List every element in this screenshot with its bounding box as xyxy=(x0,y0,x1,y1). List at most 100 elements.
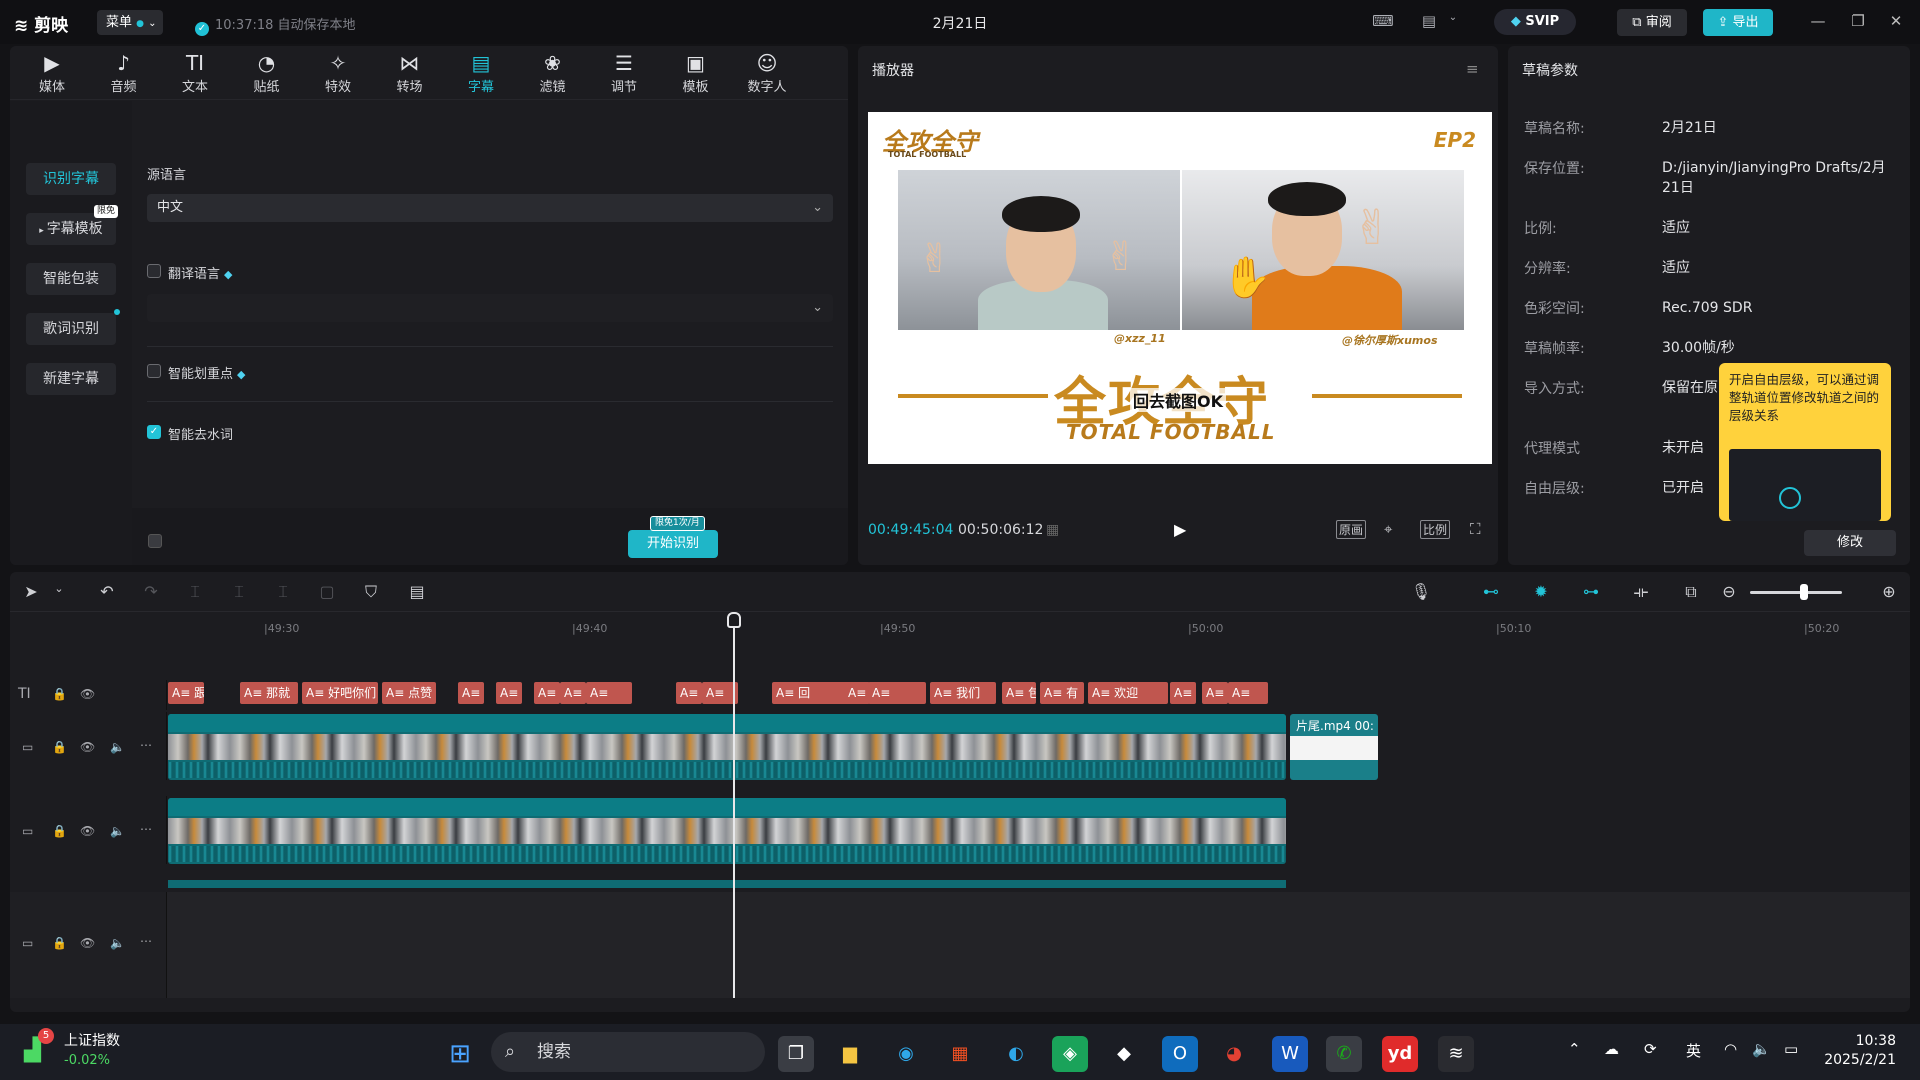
ime-indicator[interactable]: 英 xyxy=(1686,1040,1701,1061)
caption-clip[interactable]: A≡ 欢迎 xyxy=(1088,682,1168,704)
microphone-icon[interactable]: 🎙 xyxy=(1410,582,1432,601)
caption-clip[interactable]: A≡ 跟 xyxy=(168,682,204,704)
store-icon[interactable]: ▦ xyxy=(942,1036,978,1072)
tool-8[interactable]: ☰ 调节 xyxy=(596,50,652,100)
unity-icon[interactable]: ◆ xyxy=(1106,1036,1142,1072)
caption-clip[interactable]: A≡ xyxy=(1202,682,1228,704)
tool-9[interactable]: ▣ 模板 xyxy=(668,50,724,100)
wifi-icon[interactable]: ◠ xyxy=(1724,1040,1737,1058)
youdao-icon[interactable]: yd xyxy=(1382,1036,1418,1072)
taskbar-clock[interactable]: 10:38 2025/2/21 xyxy=(1824,1032,1896,1070)
battery-icon[interactable]: ▭ xyxy=(1784,1040,1798,1058)
footer-checkbox[interactable] xyxy=(148,534,162,548)
caption-layer-icon[interactable]: ⧉ xyxy=(1680,582,1702,602)
tool-6[interactable]: ▤ 字幕 xyxy=(453,50,509,100)
subnav-item-template[interactable]: ▸ 字幕模板 限免 xyxy=(26,205,118,245)
more-icon[interactable]: ⋯ xyxy=(140,738,152,752)
video-clip[interactable] xyxy=(168,798,1286,864)
playhead-line[interactable] xyxy=(733,612,735,998)
redo-icon[interactable]: ↷ xyxy=(140,582,162,601)
play-button[interactable]: ▶ xyxy=(1174,520,1186,539)
caption-clip[interactable]: A≡ xyxy=(868,682,926,704)
stock-widget[interactable]: 上证指数 -0.02% xyxy=(64,1032,120,1070)
free-layer-tooltip[interactable]: 开启自由层级，可以通过调整轨道位置修改轨道之间的层级关系 xyxy=(1719,363,1891,521)
original-quality-button[interactable]: 原画 xyxy=(1336,520,1367,539)
screenshot-icon[interactable]: ⌖ xyxy=(1384,520,1392,538)
preview-axis-icon[interactable]: ⟛ xyxy=(1630,582,1652,602)
caption-clip[interactable]: A≡ xyxy=(458,682,484,704)
video-track-1[interactable]: 片尾.mp4 00: xyxy=(168,714,1910,780)
delete-icon[interactable]: ▢ xyxy=(316,582,338,601)
timeline-ruler[interactable]: |49:30 |49:40 |49:50 |50:00 |50:10 |50:2… xyxy=(168,614,1910,642)
source-lang-select[interactable]: 中文 ⌄ xyxy=(147,194,833,222)
highlight-checkbox[interactable] xyxy=(147,364,161,378)
edge-icon[interactable]: ◉ xyxy=(888,1036,924,1072)
lock-icon[interactable]: 🔒 xyxy=(52,936,67,950)
taskbar-search[interactable]: ⌕ 搜索 xyxy=(491,1032,765,1072)
keyboard-icon[interactable]: ⌨ xyxy=(1372,12,1394,30)
speaker-icon[interactable]: 🔈 xyxy=(110,824,125,838)
caption-clip[interactable]: A≡ 再来感谢 xyxy=(1170,682,1196,704)
caption-clip[interactable]: A≡ xyxy=(1228,682,1268,704)
eye-icon[interactable]: 👁 xyxy=(80,936,95,950)
subnav-item-lyrics[interactable]: 歌词识别 xyxy=(26,309,120,345)
caption-clip[interactable]: A≡ 我们 xyxy=(930,682,996,704)
tool-10[interactable]: ☺ 数字人 xyxy=(739,50,795,100)
filler-word-checkbox[interactable]: ✓ xyxy=(147,425,161,439)
caption-track[interactable]: A≡ 跟A≡ 那就A≡ 好吧你们A≡ 点赞A≡A≡A≡A≡A≡A≡ :A≡A≡ … xyxy=(168,682,1910,706)
menu-button[interactable]: 菜单 ● ⌄ xyxy=(97,10,163,35)
modify-button[interactable]: 修改 xyxy=(1804,530,1896,556)
file-explorer-icon[interactable]: ▆ xyxy=(832,1036,868,1072)
chevron-down-icon[interactable]: ⌄ xyxy=(1442,12,1464,30)
caption-clip[interactable]: A≡ 那就 xyxy=(240,682,298,704)
caption-clip[interactable]: A≡ 包括 xyxy=(1002,682,1036,704)
caption-clip[interactable]: A≡ xyxy=(586,682,632,704)
ratio-button[interactable]: 比例 xyxy=(1420,520,1451,539)
video-preview[interactable]: 全攻全守 TOTAL FOOTBALL EP2 ✌ ✌ ✌ ✋ @xzz_11 … xyxy=(868,112,1492,464)
cloud-icon[interactable]: ☁ xyxy=(1604,1040,1619,1058)
select-cursor-icon[interactable]: ➤ xyxy=(20,582,42,601)
wechat-icon[interactable]: ✆ xyxy=(1326,1036,1362,1072)
caption-clip[interactable]: A≡ xyxy=(496,682,522,704)
caption-clip[interactable]: A≡ : xyxy=(676,682,702,704)
caption-clip[interactable]: A≡ 回 xyxy=(772,682,848,704)
outlook-icon[interactable]: O xyxy=(1162,1036,1198,1072)
caption-clip[interactable]: A≡ xyxy=(534,682,560,704)
hamburger-icon[interactable]: ≡ xyxy=(1466,60,1479,78)
stock-chart-icon[interactable]: ▟ xyxy=(24,1038,41,1063)
split-icon[interactable]: ⌶ xyxy=(184,582,206,602)
split-left-icon[interactable]: ⌶ xyxy=(228,582,250,602)
svip-badge[interactable]: ◆ SVIP xyxy=(1494,9,1576,35)
speaker-icon[interactable]: 🔈 xyxy=(110,936,125,950)
eye-icon[interactable]: 👁 xyxy=(80,740,95,754)
capcut-icon[interactable]: ≋ xyxy=(1438,1036,1474,1072)
layout-icon[interactable]: ▤ xyxy=(1418,12,1440,30)
more-icon[interactable]: ⋯ xyxy=(140,934,152,948)
eye-icon[interactable]: 👁 xyxy=(80,687,95,701)
chevron-up-icon[interactable]: ⌃ xyxy=(1568,1040,1581,1058)
zoom-slider-thumb[interactable] xyxy=(1800,584,1808,600)
close-icon[interactable]: ✕ xyxy=(1884,12,1908,30)
zoom-in-icon[interactable]: ⊕ xyxy=(1878,582,1900,601)
grid-icon[interactable]: ▦ xyxy=(1046,522,1059,538)
tool-7[interactable]: ❀ 滤镜 xyxy=(525,50,581,100)
caption-clip[interactable]: A≡ 点赞 xyxy=(382,682,436,704)
caption-clip[interactable]: A≡ 那我们 xyxy=(844,682,870,704)
magnet-icon[interactable]: ✹ xyxy=(1530,582,1552,601)
chevron-down-icon[interactable]: ⌄ xyxy=(48,582,70,595)
main-track-area[interactable] xyxy=(10,892,1910,998)
end-clip[interactable]: 片尾.mp4 00: xyxy=(1290,714,1378,780)
tool-4[interactable]: ✧ 特效 xyxy=(310,50,366,100)
zoom-slider[interactable] xyxy=(1750,591,1842,594)
caption-clip[interactable]: A≡ xyxy=(560,682,586,704)
export-button[interactable]: ⇪ 导出 xyxy=(1703,9,1773,36)
video-clip[interactable] xyxy=(168,714,1286,780)
translate-checkbox[interactable] xyxy=(147,264,161,278)
volume-icon[interactable]: 🔈 xyxy=(1752,1040,1771,1058)
video-track-2[interactable] xyxy=(168,798,1910,864)
link-main-track-icon[interactable]: ⊷ xyxy=(1480,582,1502,601)
caption-clip[interactable]: A≡ 有 xyxy=(1040,682,1084,704)
caption-edit-icon[interactable]: ▤ xyxy=(406,582,428,601)
split-right-icon[interactable]: ⌶ xyxy=(272,582,294,602)
caption-clip[interactable]: A≡ 好吧你们 xyxy=(302,682,378,704)
